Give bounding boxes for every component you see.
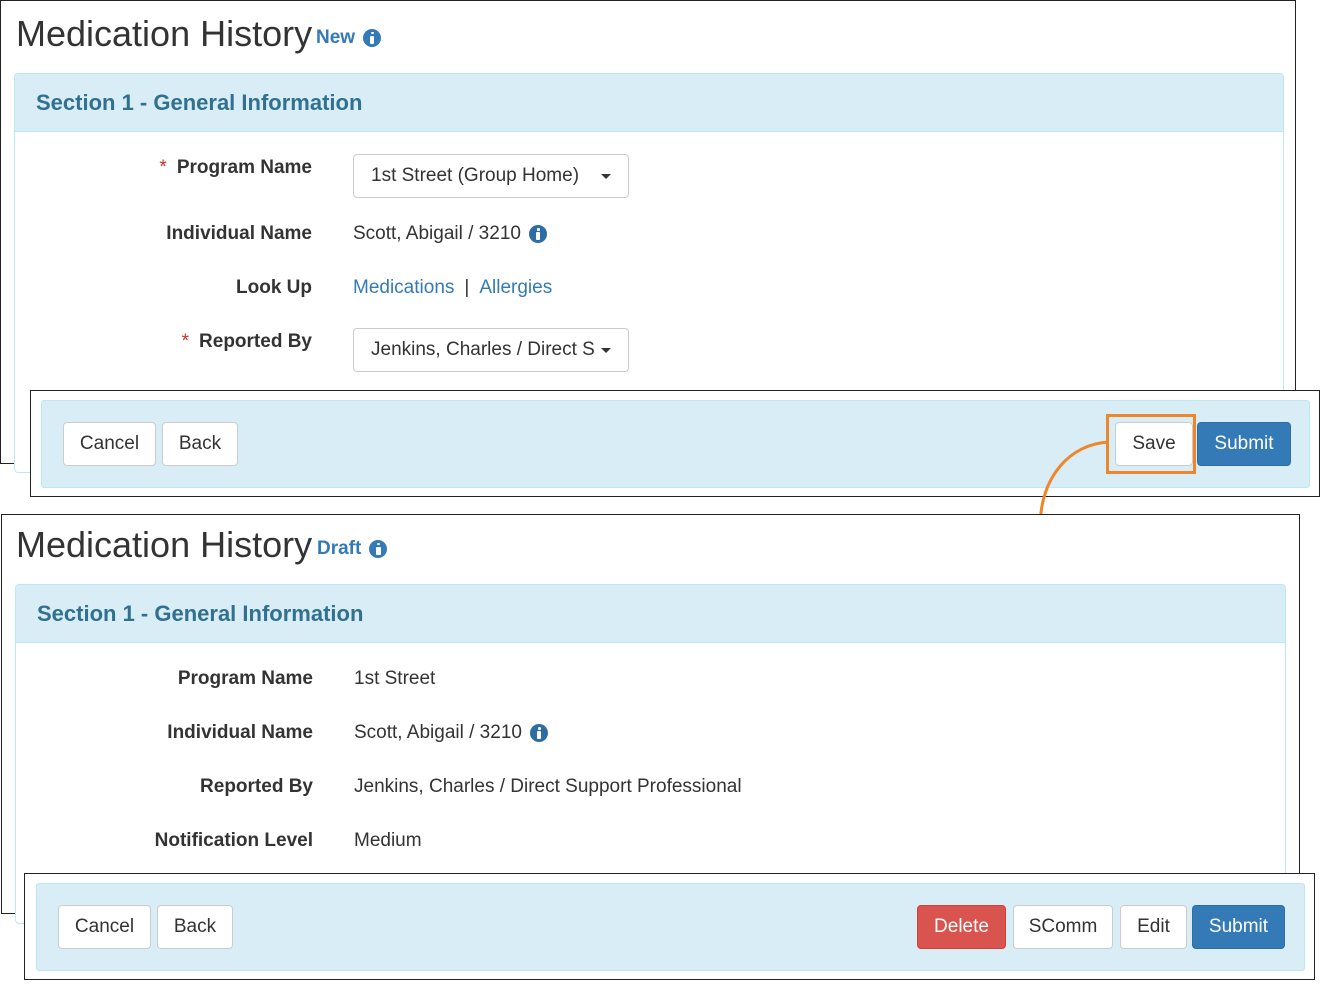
- reported-by-select[interactable]: Jenkins, Charles / Direct Support Profes…: [353, 328, 629, 372]
- notification-level-label: Notification Level: [154, 830, 313, 851]
- caret-down-icon: [601, 174, 611, 179]
- reported-by-value: Jenkins, Charles / Direct Support Profes…: [354, 776, 742, 797]
- individual-name-label: Individual Name: [167, 722, 313, 743]
- allergies-link[interactable]: Allergies: [479, 277, 552, 299]
- scomm-button[interactable]: SComm: [1013, 905, 1113, 949]
- individual-name-value: Scott, Abigail / 3210: [354, 722, 548, 744]
- info-icon[interactable]: [369, 539, 388, 558]
- lookup-links: Medications | Allergies: [353, 277, 552, 299]
- info-icon[interactable]: [528, 225, 547, 243]
- info-icon[interactable]: [529, 724, 548, 742]
- individual-name-label: Individual Name: [166, 223, 312, 244]
- status-label: Draft: [317, 538, 362, 559]
- program-name-label: * Program Name: [159, 157, 312, 178]
- program-name-label: Program Name: [177, 668, 313, 689]
- reported-by-value: Jenkins, Charles / Direct Support Profes…: [371, 339, 596, 360]
- required-marker: *: [159, 157, 167, 178]
- page-title: Medication History: [16, 13, 313, 54]
- section-heading[interactable]: Section 1 - General Information: [15, 74, 1283, 132]
- action-bar: Cancel Back Delete SComm Edit Submit: [36, 883, 1305, 971]
- lookup-label: Look Up: [236, 277, 312, 298]
- back-button[interactable]: Back: [162, 422, 238, 466]
- reported-by-label: Reported By: [200, 776, 313, 797]
- program-name-value: 1st Street (Group Home): [371, 165, 580, 186]
- status-label: New: [316, 27, 356, 48]
- program-name-select[interactable]: 1st Street (Group Home): [353, 154, 629, 198]
- bottom-screen-frame: Medication History Draft Section 1 - Gen…: [1, 514, 1300, 924]
- status-badge: New: [316, 27, 382, 48]
- delete-button[interactable]: Delete: [917, 905, 1006, 949]
- individual-name-value: Scott, Abigail / 3210: [353, 223, 547, 245]
- save-button[interactable]: Save: [1115, 422, 1193, 466]
- section-heading[interactable]: Section 1 - General Information: [16, 585, 1285, 643]
- caret-down-icon: [601, 348, 611, 353]
- reported-by-label: * Reported By: [181, 331, 312, 352]
- notification-level-value: Medium: [354, 830, 422, 851]
- cancel-button[interactable]: Cancel: [63, 422, 156, 466]
- info-icon[interactable]: [363, 28, 382, 47]
- back-button[interactable]: Back: [157, 905, 233, 949]
- status-badge: Draft: [317, 538, 388, 559]
- lookup-separator: |: [464, 277, 470, 298]
- top-footer-frame: Cancel Back Save Submit: [30, 390, 1320, 497]
- page-title: Medication History: [16, 524, 313, 565]
- program-name-value: 1st Street: [354, 668, 436, 689]
- bottom-footer-frame: Cancel Back Delete SComm Edit Submit: [24, 873, 1315, 980]
- required-marker: *: [181, 331, 190, 352]
- edit-button[interactable]: Edit: [1120, 905, 1187, 949]
- cancel-button[interactable]: Cancel: [58, 905, 151, 949]
- submit-button[interactable]: Submit: [1192, 905, 1285, 949]
- medications-link[interactable]: Medications: [353, 277, 454, 299]
- submit-button[interactable]: Submit: [1197, 422, 1291, 466]
